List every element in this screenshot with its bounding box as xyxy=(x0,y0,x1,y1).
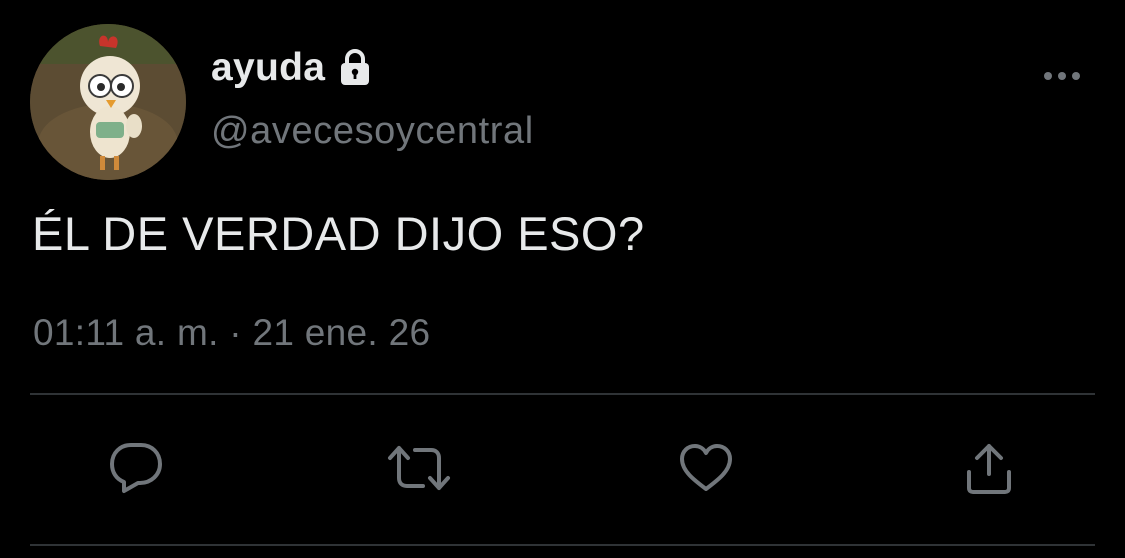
avatar[interactable] xyxy=(30,24,186,180)
author-name-row[interactable]: ayuda xyxy=(211,44,375,92)
comment-bubble-icon xyxy=(110,443,162,493)
lock-icon xyxy=(335,48,375,88)
author-handle[interactable]: @avecesoycentral xyxy=(211,110,534,153)
reply-button[interactable] xyxy=(104,436,168,500)
share-upload-icon xyxy=(967,444,1011,494)
retweet-icon xyxy=(388,446,450,490)
tweet-text: ÉL DE VERDAD DIJO ESO? xyxy=(32,207,645,260)
share-button[interactable] xyxy=(957,436,1021,500)
chicken-avatar-icon xyxy=(30,24,186,180)
ellipsis-icon[interactable] xyxy=(1040,62,1084,90)
divider xyxy=(30,544,1095,546)
display-name[interactable]: ayuda xyxy=(211,46,325,90)
divider xyxy=(30,393,1095,395)
retweet-button[interactable] xyxy=(387,436,451,500)
heart-icon xyxy=(680,444,732,491)
tweet-card: ayuda @avecesoycentral ÉL DE VERDAD DIJO… xyxy=(0,0,1125,558)
like-button[interactable] xyxy=(674,436,738,500)
tweet-timestamp[interactable]: 01:11 a. m. · 21 ene. 26 xyxy=(33,312,430,354)
